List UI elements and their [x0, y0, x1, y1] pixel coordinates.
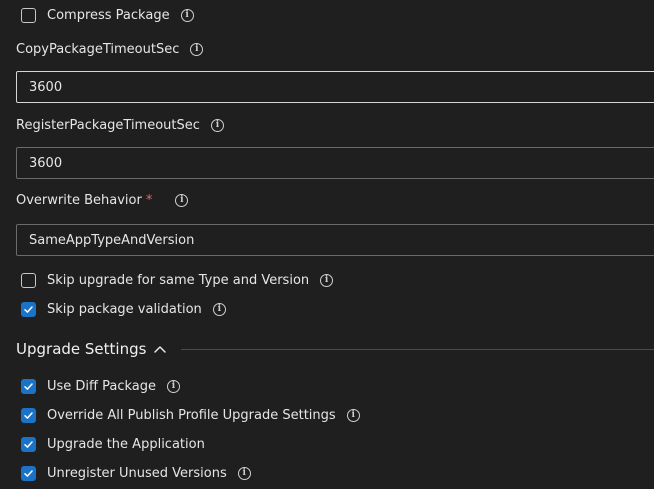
copy-timeout-input[interactable]: 3600 [16, 71, 654, 103]
info-icon[interactable]: i [210, 118, 224, 132]
skip-validation-option[interactable]: Skip package validation i [16, 300, 226, 318]
unregister-unused-versions-checkbox[interactable] [21, 465, 36, 481]
info-icon[interactable]: i [190, 42, 204, 56]
info-icon[interactable]: i [346, 408, 360, 422]
info-icon[interactable]: i [237, 466, 251, 480]
compress-package-label: Compress Package [47, 7, 170, 23]
check-icon [24, 469, 33, 477]
use-diff-package-option[interactable]: Use Diff Package i [16, 377, 181, 395]
skip-upgrade-label: Skip upgrade for same Type and Version [47, 272, 310, 288]
check-icon [24, 305, 33, 313]
upgrade-settings-title: Upgrade Settings [16, 340, 147, 358]
info-icon[interactable]: i [175, 193, 189, 207]
skip-upgrade-checkbox[interactable] [21, 272, 36, 288]
unregister-unused-versions-option[interactable]: Unregister Unused Versions i [16, 464, 251, 482]
overwrite-behavior-label-row: Overwrite Behavior * i [16, 191, 189, 209]
use-diff-package-label: Use Diff Package [47, 378, 157, 394]
required-mark: * [145, 192, 153, 208]
use-diff-package-checkbox[interactable] [21, 378, 36, 394]
upgrade-application-label: Upgrade the Application [47, 436, 205, 452]
register-timeout-label: RegisterPackageTimeoutSec [16, 117, 200, 133]
check-icon [24, 382, 33, 390]
skip-validation-label: Skip package validation [47, 301, 202, 317]
compress-package-option[interactable]: Compress Package i [16, 6, 194, 24]
section-divider [181, 348, 654, 350]
unregister-unused-versions-label: Unregister Unused Versions [47, 465, 227, 481]
override-all-settings-option[interactable]: Override All Publish Profile Upgrade Set… [16, 406, 360, 424]
info-icon[interactable]: i [167, 379, 181, 393]
check-icon [24, 411, 33, 419]
upgrade-application-checkbox[interactable] [21, 436, 36, 452]
chevron-up-icon[interactable] [153, 344, 167, 354]
compress-package-checkbox[interactable] [21, 7, 36, 23]
overwrite-behavior-dropdown[interactable]: SameAppTypeAndVersion [16, 224, 654, 256]
info-icon[interactable]: i [180, 8, 194, 22]
copy-timeout-label: CopyPackageTimeoutSec [16, 41, 180, 57]
register-timeout-label-row: RegisterPackageTimeoutSec i [16, 116, 224, 134]
register-timeout-input[interactable]: 3600 [16, 147, 654, 179]
upgrade-application-option[interactable]: Upgrade the Application [16, 435, 205, 453]
override-all-settings-label: Override All Publish Profile Upgrade Set… [47, 407, 336, 423]
info-icon[interactable]: i [212, 302, 226, 316]
check-icon [24, 440, 33, 448]
pipeline-task-settings-panel: Compress Package i CopyPackageTimeoutSec… [0, 0, 654, 489]
skip-validation-checkbox[interactable] [21, 301, 36, 317]
overwrite-behavior-label: Overwrite Behavior [16, 192, 142, 208]
info-icon[interactable]: i [320, 273, 334, 287]
copy-timeout-label-row: CopyPackageTimeoutSec i [16, 40, 204, 58]
override-all-settings-checkbox[interactable] [21, 407, 36, 423]
upgrade-settings-section-header[interactable]: Upgrade Settings [16, 338, 654, 360]
skip-upgrade-option[interactable]: Skip upgrade for same Type and Version i [16, 271, 334, 289]
